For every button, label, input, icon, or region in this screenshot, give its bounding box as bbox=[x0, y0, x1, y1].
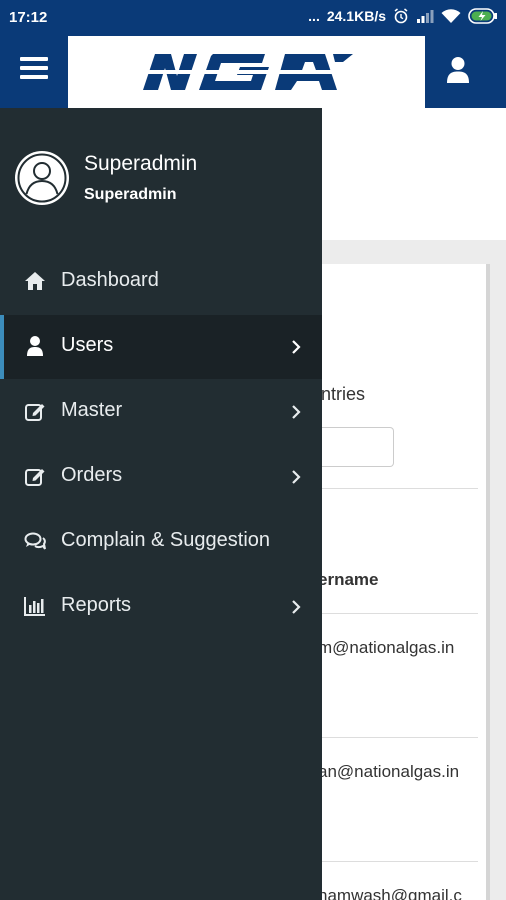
user-icon[interactable] bbox=[446, 56, 470, 86]
sidebar-item-orders[interactable]: Orders bbox=[0, 445, 322, 509]
sidebar-item-label: Orders bbox=[61, 464, 123, 486]
chevron-right-icon bbox=[290, 468, 302, 484]
table-cell-username: an@nationalgas.in bbox=[318, 762, 460, 781]
sidebar-item-label: Master bbox=[61, 399, 123, 421]
profile-name: Superadmin bbox=[84, 152, 198, 175]
column-header-username: ername bbox=[318, 570, 379, 589]
table-cell-username: m@nationalgas.in bbox=[318, 638, 455, 657]
sidebar-item-dashboard[interactable]: Dashboard bbox=[0, 250, 322, 314]
divider bbox=[322, 737, 478, 738]
bar-chart-icon bbox=[24, 595, 46, 617]
wifi-icon bbox=[441, 8, 461, 24]
battery-charging-icon bbox=[468, 8, 498, 24]
entries-label: ntries bbox=[321, 384, 366, 404]
chevron-right-icon bbox=[290, 403, 302, 419]
hamburger-icon[interactable] bbox=[20, 57, 48, 81]
status-dots: ... bbox=[308, 8, 320, 24]
sidebar-item-complain-suggestion[interactable]: Complain & Suggestion bbox=[0, 510, 322, 574]
sidebar-item-master[interactable]: Master bbox=[0, 380, 322, 444]
nga-logo bbox=[68, 36, 425, 108]
status-bar: 17:12 ... 24.1KB/s bbox=[0, 0, 506, 36]
status-time: 17:12 bbox=[9, 9, 48, 26]
card-scrollbar[interactable] bbox=[486, 264, 490, 900]
profile-role: Superadmin bbox=[84, 186, 177, 203]
edit-icon bbox=[24, 400, 46, 422]
user-icon bbox=[24, 335, 46, 357]
edit-icon bbox=[24, 465, 46, 487]
app-header bbox=[0, 36, 506, 108]
signal-icon bbox=[416, 9, 434, 23]
sidebar-item-label: Dashboard bbox=[61, 269, 159, 291]
divider bbox=[322, 613, 478, 614]
sidebar-item-reports[interactable]: Reports bbox=[0, 575, 322, 639]
divider bbox=[322, 861, 478, 862]
chevron-right-icon bbox=[290, 338, 302, 354]
sidebar-item-label: Users bbox=[61, 334, 114, 356]
comments-icon bbox=[24, 530, 46, 552]
sidebar-item-label: Complain & Suggestion bbox=[61, 529, 271, 551]
home-icon bbox=[24, 270, 46, 292]
alarm-icon bbox=[393, 8, 409, 24]
table-cell-username: hamwash@gmail.c bbox=[318, 886, 462, 900]
avatar[interactable] bbox=[14, 150, 70, 206]
sidebar-item-label: Reports bbox=[61, 594, 132, 616]
network-speed: 24.1KB/s bbox=[326, 8, 386, 24]
nav-drawer: Superadmin Superadmin Dashboard Users Ma… bbox=[0, 108, 322, 900]
sidebar-item-users[interactable]: Users bbox=[0, 315, 322, 379]
chevron-right-icon bbox=[290, 598, 302, 614]
nga-logo-graphic bbox=[136, 54, 357, 90]
divider bbox=[322, 488, 478, 489]
